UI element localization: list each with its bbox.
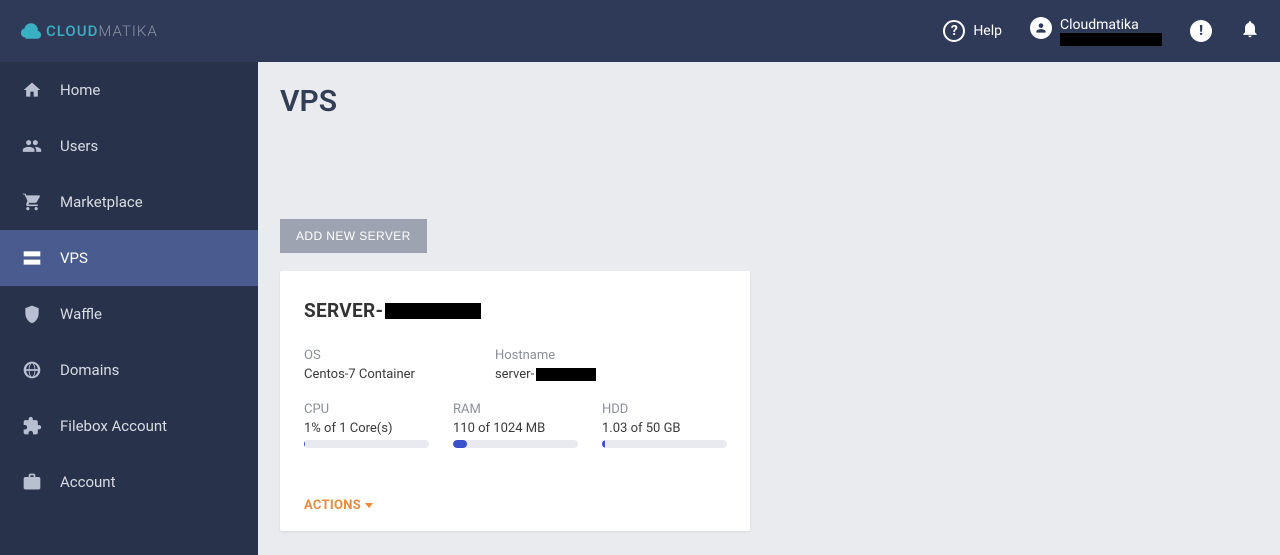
cart-icon xyxy=(22,192,42,212)
hdd-label: HDD xyxy=(602,402,727,417)
cpu-progress-fill xyxy=(304,440,305,448)
puzzle-icon xyxy=(22,416,42,436)
notifications-icon[interactable] xyxy=(1240,19,1260,43)
user-menu[interactable]: Cloudmatika xyxy=(1030,17,1162,46)
os-value: Centos-7 Container xyxy=(304,367,415,382)
sidebar-item-filebox[interactable]: Filebox Account xyxy=(0,398,258,454)
sidebar-item-label: Users xyxy=(60,137,98,155)
globe-icon xyxy=(22,360,42,380)
ram-progress xyxy=(453,440,578,448)
os-label: OS xyxy=(304,348,415,363)
brand-text: CLOUDMATIKA xyxy=(46,22,158,40)
ram-progress-fill xyxy=(453,440,467,448)
sidebar: Home Users Marketplace VPS Waffle Domain… xyxy=(0,62,258,555)
topbar: CLOUDMATIKA ? Help Cloudmatika ! xyxy=(0,0,1280,62)
ram-label: RAM xyxy=(453,402,578,417)
actions-label: ACTIONS xyxy=(304,498,361,513)
sidebar-item-label: Marketplace xyxy=(60,193,143,211)
cpu-label: CPU xyxy=(304,402,429,417)
sidebar-item-marketplace[interactable]: Marketplace xyxy=(0,174,258,230)
alert-icon[interactable]: ! xyxy=(1190,20,1212,42)
server-title-prefix: SERVER- xyxy=(304,299,383,322)
sidebar-item-account[interactable]: Account xyxy=(0,454,258,510)
help-icon: ? xyxy=(943,20,965,42)
sidebar-item-vps[interactable]: VPS xyxy=(0,230,258,286)
hdd-value: 1.03 of 50 GB xyxy=(602,421,727,436)
sidebar-item-users[interactable]: Users xyxy=(0,118,258,174)
add-server-button[interactable]: ADD NEW SERVER xyxy=(280,219,427,253)
content: VPS ADD NEW SERVER SERVER- OS Centos-7 C… xyxy=(258,62,1280,555)
sidebar-item-label: Account xyxy=(60,473,116,491)
brand-icon xyxy=(20,20,42,42)
home-icon xyxy=(22,80,42,100)
user-redacted xyxy=(1060,33,1162,46)
users-icon xyxy=(22,136,42,156)
sidebar-item-label: Filebox Account xyxy=(60,417,167,435)
sidebar-item-domains[interactable]: Domains xyxy=(0,342,258,398)
ram-value: 110 of 1024 MB xyxy=(453,421,578,436)
briefcase-icon xyxy=(22,472,42,492)
help-button[interactable]: ? Help xyxy=(943,20,1002,42)
caret-down-icon xyxy=(365,503,373,508)
hdd-progress-fill xyxy=(602,440,605,448)
hostname-label: Hostname xyxy=(495,348,596,363)
topbar-right: ? Help Cloudmatika ! xyxy=(943,17,1260,46)
sidebar-item-label: Waffle xyxy=(60,305,102,323)
shield-icon xyxy=(22,304,42,324)
brand-logo[interactable]: CLOUDMATIKA xyxy=(20,20,158,42)
server-name-redacted xyxy=(385,303,481,319)
sidebar-item-label: Home xyxy=(60,81,100,99)
page-title: VPS xyxy=(280,84,1258,119)
actions-dropdown[interactable]: ACTIONS xyxy=(304,498,373,513)
sidebar-item-waffle[interactable]: Waffle xyxy=(0,286,258,342)
hdd-progress xyxy=(602,440,727,448)
server-card: SERVER- OS Centos-7 Container Hostname s… xyxy=(280,271,750,531)
sidebar-item-home[interactable]: Home xyxy=(0,62,258,118)
sidebar-item-label: Domains xyxy=(60,361,119,379)
help-label: Help xyxy=(973,23,1002,39)
cpu-progress xyxy=(304,440,429,448)
user-name: Cloudmatika xyxy=(1060,17,1162,33)
cpu-value: 1% of 1 Core(s) xyxy=(304,421,429,436)
user-icon xyxy=(1030,17,1052,39)
sidebar-item-label: VPS xyxy=(60,249,88,267)
hostname-redacted xyxy=(536,368,596,381)
hostname-value: server- xyxy=(495,367,596,382)
server-icon xyxy=(22,248,42,268)
